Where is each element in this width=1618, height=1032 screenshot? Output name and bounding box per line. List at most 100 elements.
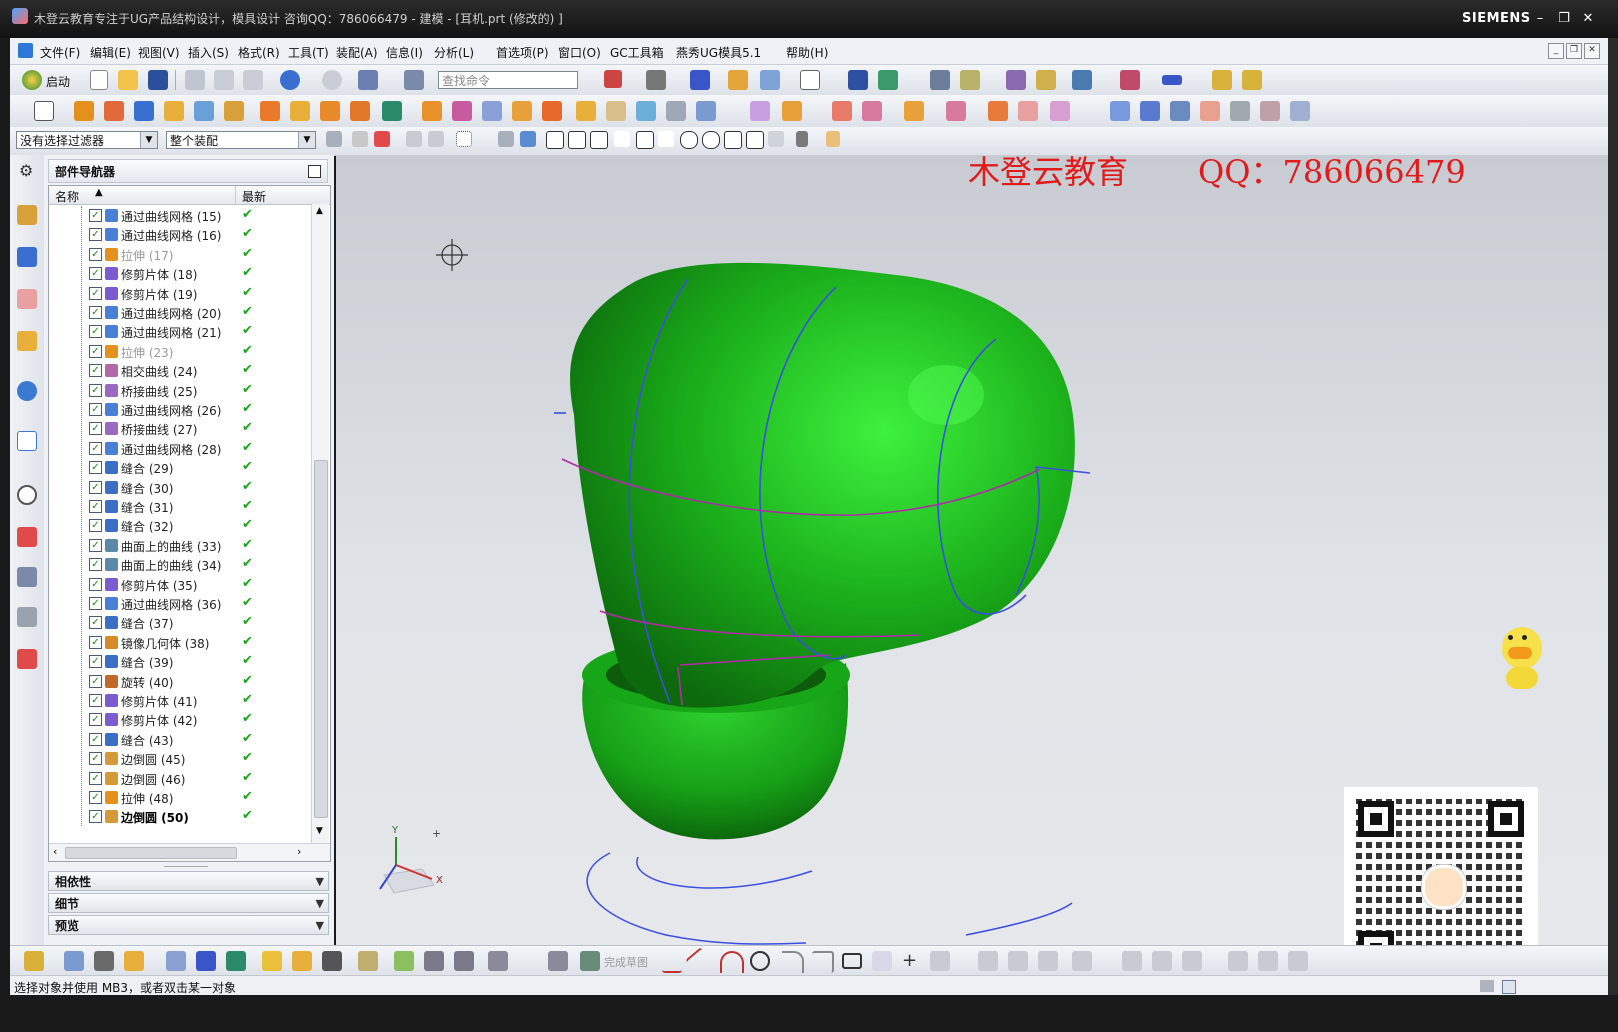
visibility-checkbox[interactable]: ✓ (89, 519, 102, 533)
chevron-down-icon[interactable]: ▼ (140, 132, 157, 148)
scroll-down-icon[interactable]: ▼ (316, 826, 323, 836)
boss-icon[interactable] (194, 101, 214, 121)
bridge-surface-icon[interactable] (1200, 101, 1220, 121)
quick-extend-icon[interactable] (1008, 951, 1028, 971)
tree-row[interactable]: ✓ 修剪片体 (19) ✔ (49, 284, 311, 303)
snap-on-curve-icon[interactable] (746, 131, 764, 149)
start-button[interactable]: 启动 (46, 73, 70, 90)
graphics-window[interactable]: 木登云教育 QQ：786066479 Y X + (336, 155, 1608, 945)
open-folder-icon[interactable] (118, 70, 138, 90)
save-icon[interactable] (148, 70, 168, 90)
tree-row[interactable]: ✓ 相交曲线 (24) ✔ (49, 361, 311, 380)
navigator-vertical-scrollbar[interactable]: ▲ ▼ (311, 204, 329, 844)
tree-row[interactable]: ✓ 通过曲线网格 (36) ✔ (49, 594, 311, 613)
tree-row[interactable]: ✓ 通过曲线网格 (16) ✔ (49, 225, 311, 244)
snap-settings-icon[interactable] (352, 131, 368, 147)
visibility-checkbox[interactable]: ✓ (89, 306, 102, 319)
tree-row[interactable]: ✓ 曲面上的曲线 (33) ✔ (49, 536, 311, 555)
wave-linker-icon[interactable] (358, 951, 378, 971)
tree-row[interactable]: ✓ 镜像几何体 (38) ✔ (49, 633, 311, 652)
process-studio-icon[interactable] (17, 567, 37, 587)
select-tool-icon[interactable] (358, 70, 378, 90)
through-curves-icon[interactable] (1110, 101, 1130, 121)
section-icon[interactable] (1072, 70, 1092, 90)
visibility-checkbox[interactable]: ✓ (89, 422, 102, 436)
tree-row[interactable]: ✓ 缝合 (31) ✔ (49, 497, 311, 516)
type-filter-select[interactable]: 没有选择过滤器 ▼ (16, 131, 158, 149)
snap-midpoint-icon[interactable] (568, 131, 586, 149)
menu-window[interactable]: 窗口(O) (558, 44, 601, 61)
menu-help[interactable]: 帮助(H) (786, 44, 828, 61)
revolve-icon[interactable] (104, 101, 124, 121)
tree-row[interactable]: ✓ 旋转 (40) ✔ (49, 672, 311, 691)
pull-face-icon[interactable] (946, 101, 966, 121)
menu-view[interactable]: 视图(V) (138, 44, 180, 61)
mirror-assembly-icon[interactable] (262, 951, 282, 971)
column-latest[interactable]: 最新 (242, 188, 266, 205)
info-query-icon[interactable] (404, 70, 424, 90)
yanxiu-tool-2-icon[interactable] (1242, 70, 1262, 90)
part-navigator-icon[interactable] (17, 289, 37, 309)
snap-perpendicular-icon[interactable] (658, 131, 674, 147)
tree-row[interactable]: ✓ 修剪片体 (18) ✔ (49, 264, 311, 283)
select-body-icon[interactable] (498, 131, 514, 147)
visibility-checkbox[interactable]: ✓ (89, 325, 102, 339)
show-hide-icon[interactable] (796, 131, 808, 147)
replace-face-icon[interactable] (782, 101, 802, 121)
move-object-icon[interactable] (848, 70, 868, 90)
resize-blend-icon[interactable] (904, 101, 924, 121)
visibility-checkbox[interactable]: ✓ (89, 403, 102, 416)
visibility-checkbox[interactable]: ✓ (89, 538, 102, 552)
menu-tools[interactable]: 工具(T) (288, 44, 329, 61)
pin-icon[interactable] (308, 165, 321, 178)
background-icon[interactable] (800, 70, 820, 90)
move-component-icon[interactable] (166, 951, 186, 971)
patch-icon[interactable] (696, 101, 716, 121)
constraint-navigator-icon[interactable] (17, 247, 37, 267)
hole-icon[interactable] (164, 101, 184, 121)
draft-icon[interactable] (1120, 70, 1140, 90)
dimension-icon[interactable] (1072, 951, 1092, 971)
visibility-checkbox[interactable]: ✓ (89, 732, 102, 746)
tree-row[interactable]: ✓ 边倒圆 (45) ✔ (49, 749, 311, 768)
line-icon[interactable] (685, 947, 715, 977)
visibility-checkbox[interactable]: ✓ (89, 791, 102, 804)
close-button[interactable]: ✕ (1578, 10, 1598, 28)
tree-row[interactable]: ✓ 通过曲线网格 (28) ✔ (49, 439, 311, 458)
menu-format[interactable]: 格式(R) (238, 44, 280, 61)
tree-row[interactable]: ✓ 通过曲线网格 (21) ✔ (49, 322, 311, 341)
status-icon-1[interactable] (1480, 980, 1494, 992)
make-corner-icon[interactable] (1038, 951, 1058, 971)
assembly-tool-3-icon[interactable] (94, 951, 114, 971)
offset-curve-icon[interactable] (930, 951, 950, 971)
menu-gc-toolbox[interactable]: GC工具箱 (610, 44, 664, 61)
navigator-horizontal-scrollbar[interactable]: ‹ › (49, 843, 330, 861)
visibility-checkbox[interactable]: ✓ (89, 616, 102, 630)
distance-icon[interactable] (1162, 75, 1182, 85)
sketch-task-icon[interactable] (548, 951, 568, 971)
rectangle-select-icon[interactable] (456, 131, 472, 147)
pattern-face-icon[interactable] (1018, 101, 1038, 121)
tree-row[interactable]: ✓ 修剪片体 (35) ✔ (49, 575, 311, 594)
finish-sketch-icon[interactable] (580, 951, 600, 971)
wcs-icon[interactable] (760, 70, 780, 90)
unite-icon[interactable] (260, 101, 280, 121)
chamfer-sketch-icon[interactable] (812, 951, 834, 973)
details-panel[interactable]: 细节 ▼ (48, 893, 329, 913)
h-scroll-thumb[interactable] (65, 847, 237, 859)
copy-face-icon[interactable] (1050, 101, 1070, 121)
snap-center-icon[interactable] (680, 131, 698, 149)
offset-region-icon[interactable] (988, 101, 1008, 121)
visibility-checkbox[interactable]: ✓ (89, 500, 102, 513)
block-icon[interactable] (134, 101, 154, 121)
snap-tangent-icon[interactable] (636, 131, 654, 149)
sew-icon[interactable] (666, 101, 686, 121)
studio-surface-icon[interactable] (1170, 101, 1190, 121)
web-browser-icon[interactable] (17, 431, 37, 451)
visibility-checkbox[interactable]: ✓ (89, 480, 102, 494)
move-face-icon[interactable] (862, 101, 882, 121)
show-constraints-icon[interactable] (1182, 951, 1202, 971)
yanxiu-tool-1-icon[interactable] (1212, 70, 1232, 90)
visibility-checkbox[interactable]: ✓ (89, 810, 102, 824)
tree-row[interactable]: ✓ 通过曲线网格 (26) ✔ (49, 400, 311, 419)
